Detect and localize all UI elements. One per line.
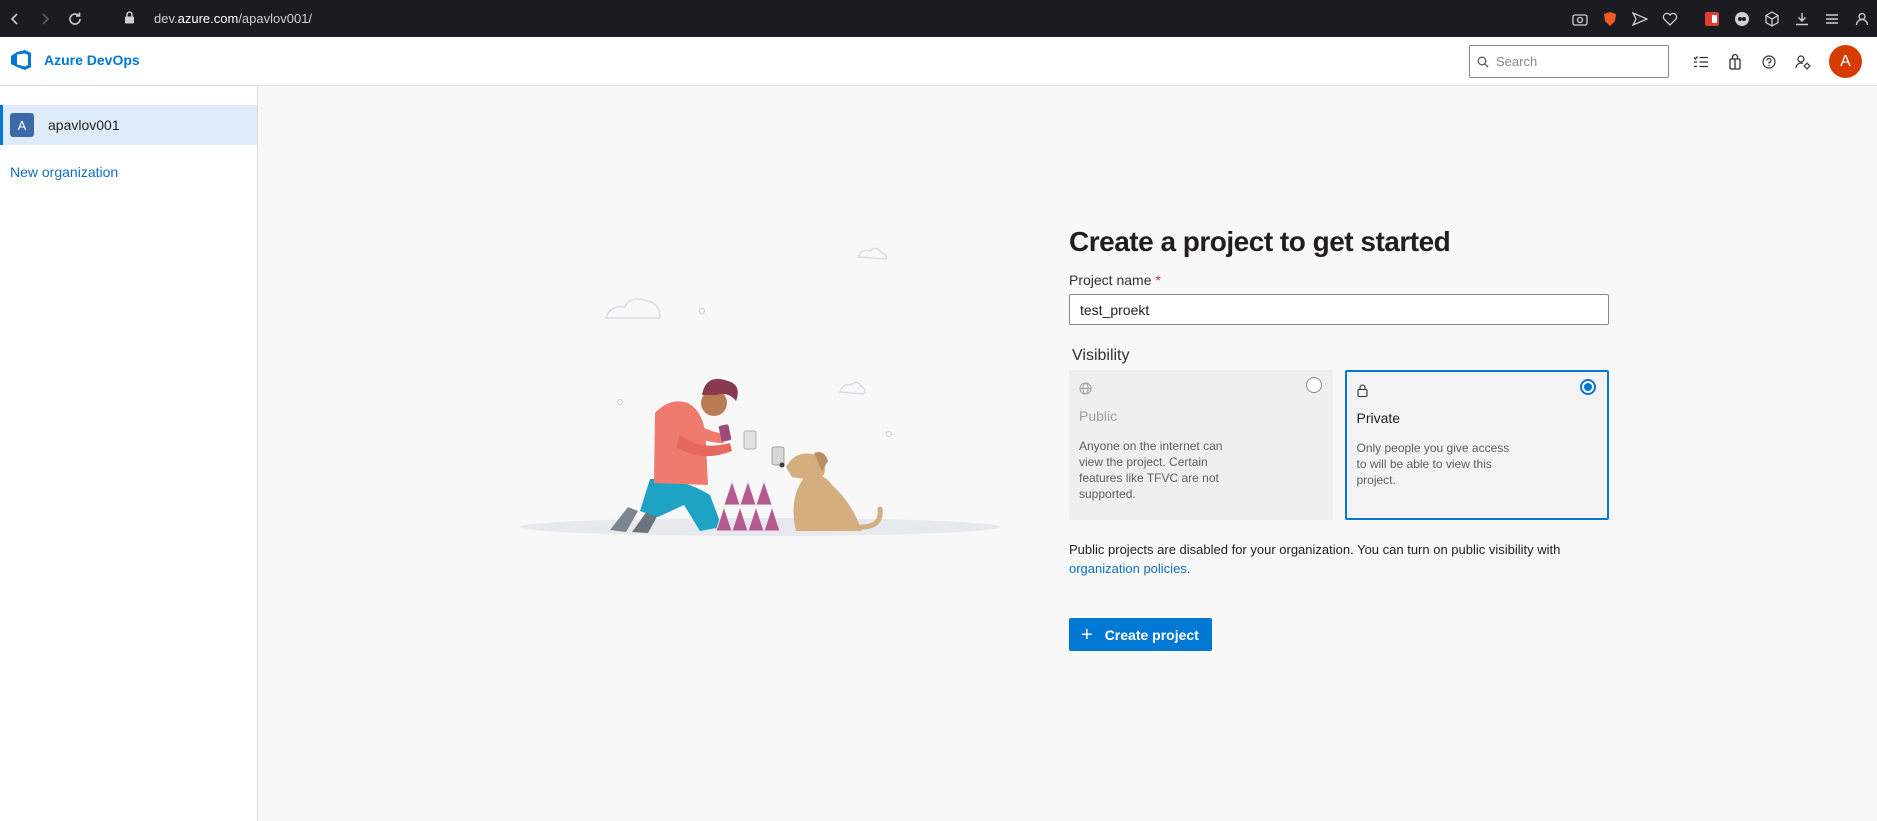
public-description: Anyone on the internet can view the proj… [1079,439,1223,501]
url-path: /apavlov001/ [238,11,313,26]
required-marker: * [1155,272,1161,288]
user-settings-icon[interactable] [1786,49,1820,75]
plus-icon: + [1081,623,1093,646]
marketplace-icon[interactable] [1718,49,1752,75]
download-icon[interactable] [1787,0,1817,37]
visibility-option-private[interactable]: Private Only people you give access to w… [1344,370,1609,520]
project-name-label: Project name * [1069,272,1161,288]
back-button[interactable] [0,0,30,37]
house-of-cards-illustration [520,247,1000,536]
brand-name: Azure DevOps [44,52,140,68]
visibility-label: Visibility [1072,347,1130,364]
search-box[interactable] [1469,45,1669,78]
profile-icon[interactable] [1847,0,1877,37]
private-radio[interactable] [1580,379,1596,395]
create-project-button[interactable]: + Create project [1069,618,1212,651]
globe-icon [1079,382,1323,398]
back-arrow-icon [10,12,18,25]
url-prefix: dev. [154,11,178,26]
forward-arrow-icon [42,12,50,25]
heart-icon[interactable] [1655,0,1685,37]
address-bar[interactable]: dev. azure.com/apavlov001/ [124,10,313,27]
create-project-panel: Create a project to get started Project … [1069,226,1609,651]
lock-icon [124,10,140,27]
organization-badge: A [10,113,34,137]
url-host: azure.com [177,11,239,26]
page-title: Create a project to get started [1069,226,1451,257]
search-icon [1470,56,1496,68]
reload-icon [69,12,81,25]
visibility-options: Public Anyone on the internet can view t… [1069,370,1609,520]
public-title: Public [1079,408,1118,424]
brand-link[interactable]: Azure DevOps [10,49,140,71]
app-header: Azure DevOps A [0,37,1877,86]
organization-sidebar: A apavlov001 New organization [0,86,258,821]
public-radio[interactable] [1305,377,1322,393]
new-organization-link[interactable]: New organization [10,164,118,180]
create-project-label: Create project [1104,626,1199,643]
brave-shield-icon[interactable] [1595,0,1625,37]
visibility-option-public[interactable]: Public Anyone on the internet can view t… [1069,370,1333,520]
wallet-icon[interactable] [1757,0,1787,37]
forward-button[interactable] [30,0,60,37]
user-avatar[interactable]: A [1829,45,1862,78]
private-title: Private [1356,410,1401,426]
browser-toolbar: dev. azure.com/apavlov001/ [0,0,1877,37]
screenshot-icon[interactable] [1565,0,1595,37]
project-name-input[interactable] [1069,294,1609,325]
azure-devops-logo-icon [11,50,31,70]
reload-button[interactable] [60,0,90,37]
menu-icon[interactable] [1817,0,1847,37]
search-input[interactable] [1496,54,1656,69]
organization-policies-link[interactable]: organization policies [1069,561,1187,576]
organization-name: apavlov001 [48,117,120,133]
help-icon[interactable] [1752,49,1786,75]
translate-extension-icon[interactable] [1697,0,1727,37]
extension-icon[interactable] [1727,0,1757,37]
work-items-icon[interactable] [1684,49,1718,75]
private-description: Only people you give access to will be a… [1356,441,1510,487]
sidebar-item-organization[interactable]: A apavlov001 [0,105,257,145]
send-icon[interactable] [1625,0,1655,37]
lock-icon [1356,384,1598,400]
public-disabled-note: Public projects are disabled for your or… [1069,542,1561,576]
